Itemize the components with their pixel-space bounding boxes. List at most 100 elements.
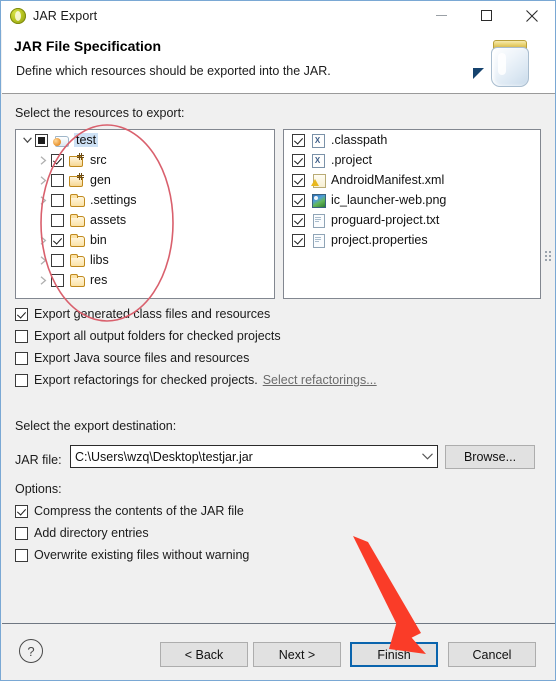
export-option-row[interactable]: Export Java source files and resources bbox=[15, 351, 249, 365]
tree-checkbox[interactable] bbox=[51, 173, 64, 187]
tree-checkbox[interactable] bbox=[51, 273, 64, 287]
export-option-row[interactable]: Export generated class files and resourc… bbox=[15, 307, 270, 321]
export-arrow-icon bbox=[473, 68, 484, 79]
browse-button[interactable]: Browse... bbox=[445, 445, 535, 469]
jar-body bbox=[491, 47, 529, 87]
file-checkbox[interactable] bbox=[292, 173, 305, 187]
jar-option-row[interactable]: Overwrite existing files without warning bbox=[15, 548, 249, 562]
file-row[interactable]: .classpath bbox=[284, 130, 540, 150]
jar-option-checkbox[interactable] bbox=[15, 548, 28, 562]
export-option-checkbox[interactable] bbox=[15, 307, 28, 321]
tree-row[interactable]: assets bbox=[16, 210, 274, 230]
jar-option-label: Compress the contents of the JAR file bbox=[34, 504, 244, 518]
finish-button[interactable]: Finish bbox=[350, 642, 438, 667]
tree-item-label: res bbox=[90, 273, 108, 287]
jar-option-label: Overwrite existing files without warning bbox=[34, 548, 250, 562]
chevron-right-icon[interactable] bbox=[36, 190, 51, 210]
folder-icon bbox=[69, 252, 86, 268]
tree-row[interactable]: .settings bbox=[16, 190, 274, 210]
jar-option-checkbox[interactable] bbox=[15, 526, 28, 540]
export-option-checkbox[interactable] bbox=[15, 351, 28, 365]
jar-option-checkbox[interactable] bbox=[15, 504, 28, 518]
file-label: AndroidManifest.xml bbox=[331, 173, 445, 187]
tree-item-label: .settings bbox=[90, 193, 137, 207]
resource-file-list[interactable]: .classpath .project AndroidManifest.xml ic_… bbox=[283, 129, 541, 299]
export-option-label: Export all output folders for checked pr… bbox=[34, 329, 281, 343]
jar-file-input[interactable]: C:\Users\wzq\Desktop\testjar.jar bbox=[71, 450, 417, 464]
page-title: JAR File Specification bbox=[14, 38, 162, 54]
resources-label: Select the resources to export: bbox=[15, 106, 185, 120]
file-row[interactable]: AndroidManifest.xml bbox=[284, 170, 540, 190]
file-label: proguard-project.txt bbox=[331, 213, 440, 227]
tree-checkbox[interactable] bbox=[51, 153, 64, 167]
next-button[interactable]: Next > bbox=[253, 642, 341, 667]
back-button[interactable]: < Back bbox=[160, 642, 248, 667]
chevron-right-icon[interactable] bbox=[36, 250, 51, 270]
tree-item-label: gen bbox=[90, 173, 111, 187]
jar-highlight bbox=[498, 53, 506, 75]
chevron-right-icon[interactable] bbox=[36, 230, 51, 250]
source-folder-icon bbox=[69, 152, 86, 168]
file-row[interactable]: project.properties bbox=[284, 230, 540, 250]
close-icon[interactable] bbox=[509, 1, 554, 30]
jar-option-row[interactable]: Compress the contents of the JAR file bbox=[15, 504, 244, 518]
destination-label: Select the export destination: bbox=[15, 419, 177, 433]
manifest-xml-icon bbox=[310, 172, 327, 188]
cancel-button[interactable]: Cancel bbox=[448, 642, 536, 667]
export-option-label: Export Java source files and resources bbox=[34, 351, 250, 365]
png-image-icon bbox=[310, 192, 327, 208]
export-option-label: Export generated class files and resourc… bbox=[34, 307, 271, 321]
file-row[interactable]: proguard-project.txt bbox=[284, 210, 540, 230]
maximize-icon[interactable] bbox=[464, 1, 509, 30]
chevron-down-icon[interactable] bbox=[20, 130, 35, 150]
resize-grip[interactable] bbox=[545, 251, 551, 261]
help-button[interactable]: ? bbox=[19, 639, 43, 663]
tree-checkbox[interactable] bbox=[35, 133, 48, 147]
minimize-icon[interactable] bbox=[419, 1, 464, 30]
chevron-down-icon[interactable] bbox=[417, 446, 437, 467]
chevron-right-icon[interactable] bbox=[36, 150, 51, 170]
jar-file-combo[interactable]: C:\Users\wzq\Desktop\testjar.jar bbox=[70, 445, 438, 468]
file-checkbox[interactable] bbox=[292, 153, 305, 167]
tree-item-label: bin bbox=[90, 233, 107, 247]
file-checkbox[interactable] bbox=[292, 213, 305, 227]
tree-item-label: assets bbox=[90, 213, 127, 227]
title-bar: JAR Export bbox=[1, 1, 555, 30]
export-option-label: Export refactorings for checked projects… bbox=[34, 373, 258, 387]
tree-checkbox[interactable] bbox=[51, 253, 64, 267]
file-label: project.properties bbox=[331, 233, 428, 247]
file-row[interactable]: .project bbox=[284, 150, 540, 170]
tree-row[interactable]: bin bbox=[16, 230, 274, 250]
file-checkbox[interactable] bbox=[292, 133, 305, 147]
resource-tree[interactable]: test src gen .settings assets bin libs res bbox=[15, 129, 275, 299]
file-checkbox[interactable] bbox=[292, 233, 305, 247]
tree-row[interactable]: res bbox=[16, 270, 274, 290]
tree-checkbox[interactable] bbox=[51, 213, 64, 227]
folder-icon bbox=[69, 232, 86, 248]
jar-export-dialog: JAR Export JAR File Specification Define… bbox=[0, 0, 556, 681]
chevron-right-icon[interactable] bbox=[36, 170, 51, 190]
tree-row[interactable]: test bbox=[16, 130, 274, 150]
wizard-header: JAR File Specification Define which reso… bbox=[2, 30, 555, 94]
jar-option-row[interactable]: Add directory entries bbox=[15, 526, 149, 540]
file-row[interactable]: ic_launcher-web.png bbox=[284, 190, 540, 210]
tree-checkbox[interactable] bbox=[51, 193, 64, 207]
project-icon bbox=[53, 132, 70, 148]
export-option-checkbox[interactable] bbox=[15, 329, 28, 343]
wizard-body: Select the resources to export: test src g… bbox=[2, 94, 555, 622]
export-option-row[interactable]: Export all output folders for checked pr… bbox=[15, 329, 281, 343]
tree-row[interactable]: gen bbox=[16, 170, 274, 190]
tree-row[interactable]: src bbox=[16, 150, 274, 170]
file-checkbox[interactable] bbox=[292, 193, 305, 207]
tree-row[interactable]: libs bbox=[16, 250, 274, 270]
tree-checkbox[interactable] bbox=[51, 233, 64, 247]
chevron-right-icon[interactable] bbox=[36, 270, 51, 290]
export-option-row[interactable]: Export refactorings for checked projects… bbox=[15, 373, 377, 387]
options-label: Options: bbox=[15, 482, 62, 496]
select-refactorings-link[interactable]: Select refactorings... bbox=[263, 373, 377, 387]
properties-file-icon bbox=[310, 232, 327, 248]
export-option-checkbox[interactable] bbox=[15, 373, 28, 387]
xml-x-file-icon bbox=[310, 132, 327, 148]
text-file-icon bbox=[310, 212, 327, 228]
folder-icon bbox=[69, 212, 86, 228]
